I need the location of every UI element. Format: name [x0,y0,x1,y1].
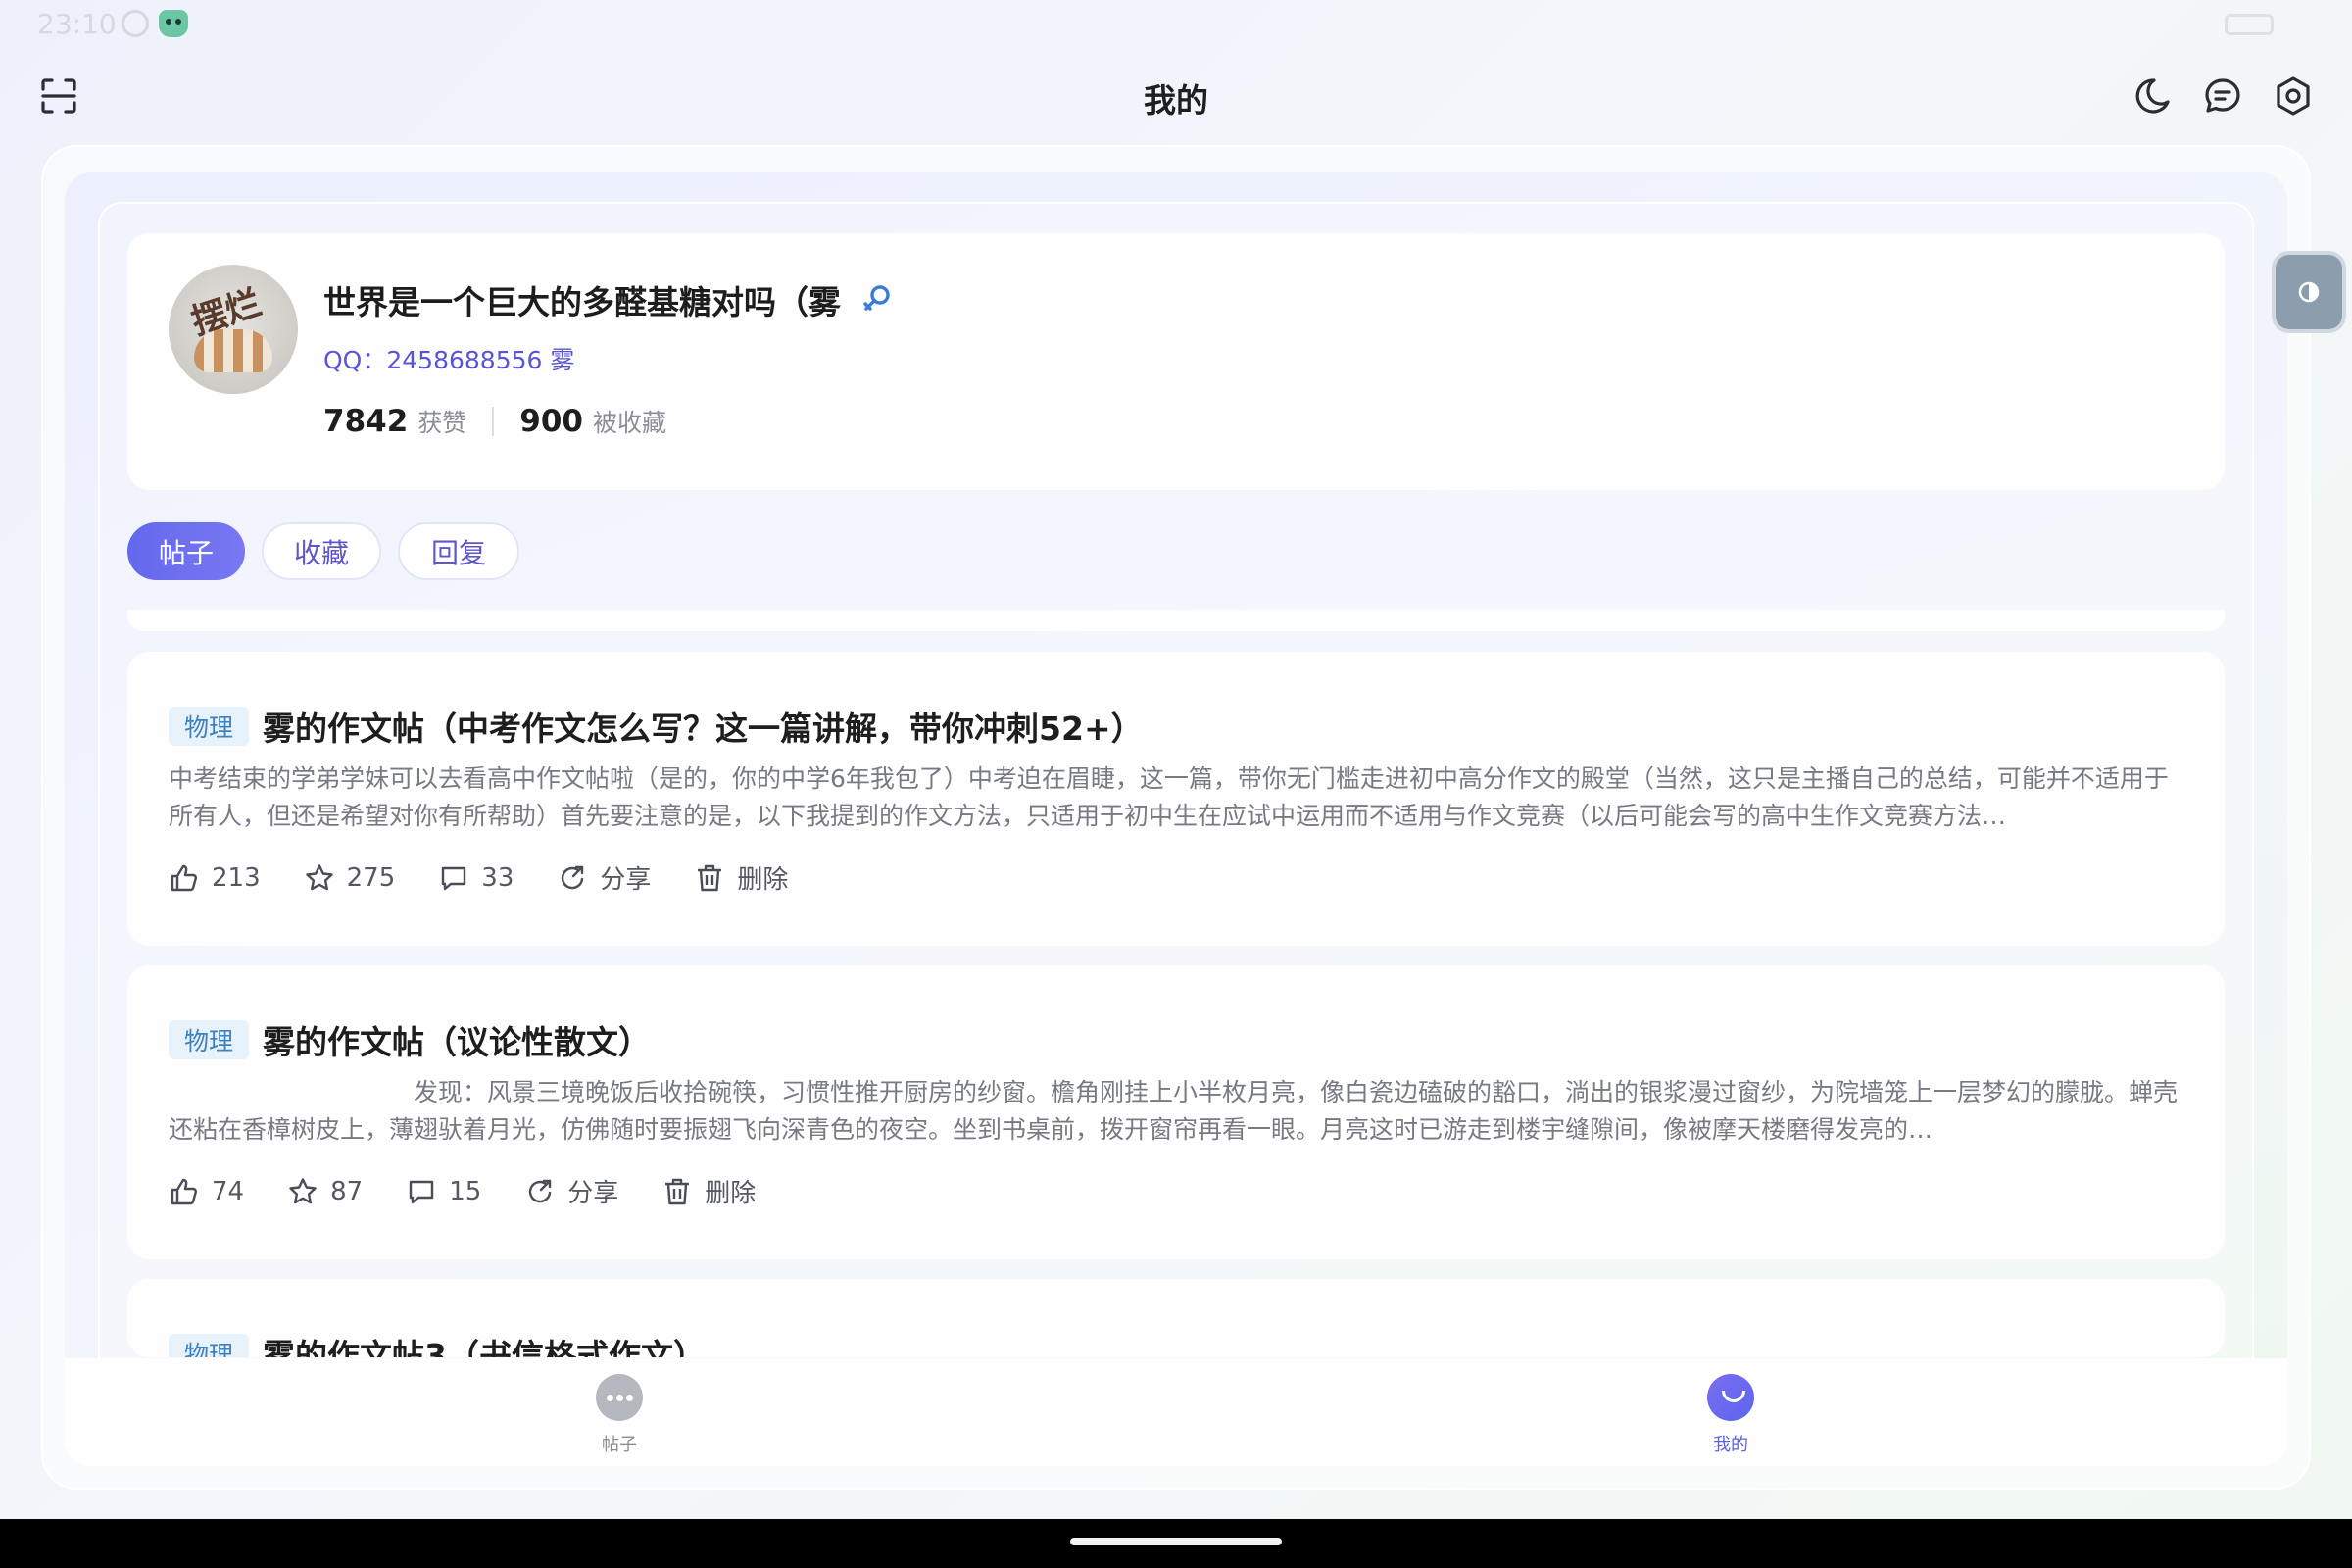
comment-count: 33 [481,862,514,893]
chat-bubble-icon [596,1374,643,1421]
profile-card: 摆烂 世界是一个巨大的多醛基糖对吗（雾 QQ：2458688556 雾 7842… [127,233,2225,490]
trash-icon [698,864,722,891]
tab-replies[interactable]: 回复 [398,522,519,580]
nav-item-posts[interactable]: 帖子 [561,1374,678,1456]
share-icon [529,1179,552,1202]
avatar-cat-image [194,329,272,372]
alarm-icon [122,10,149,37]
stat-divider [492,407,495,436]
favorited-label: 被收藏 [593,409,667,437]
like-button[interactable]: 213 [169,862,261,894]
post-excerpt: 中考结束的学弟学妹可以去看高中作文帖啦（是的，你的中学6年我包了）中考迫在眉睫，… [169,764,2169,830]
delete-label: 删除 [737,865,789,895]
thumbs-up-icon [171,1178,198,1204]
contrast-toggle-button[interactable] [2272,251,2346,333]
avatar[interactable]: 摆烂 [169,265,298,394]
status-time: 23:10 [37,8,117,40]
delete-button[interactable]: 删除 [694,859,788,896]
thumbs-up-icon [171,864,198,891]
contrast-icon [2298,281,2320,303]
likes-count: 7842 [323,404,409,439]
post-actions: 74 87 15 分享 删除 [169,1173,799,1209]
post-tag[interactable]: 物理 [169,1334,250,1357]
star-icon [289,1177,317,1203]
nav-label: 帖子 [602,1435,637,1455]
share-label: 分享 [600,865,652,895]
delete-label: 删除 [705,1179,757,1208]
post-title[interactable]: 雾的作文帖（议论性散文） [263,1016,651,1063]
star-button[interactable]: 275 [304,862,396,894]
star-count: 87 [330,1176,364,1206]
settings-icon[interactable] [2272,74,2315,118]
comment-count: 15 [449,1176,482,1206]
like-count: 74 [212,1176,245,1206]
top-bar: 我的 [0,59,2352,137]
list-divider [127,610,2225,631]
battery-icon [2225,14,2274,35]
share-icon [562,865,584,889]
comment-button[interactable]: 15 [406,1176,481,1207]
trash-icon [665,1178,690,1204]
post-card[interactable]: 物理 雾的作文帖（议论性散文） 发现：风景三境晚饭后收拾碗筷，习惯性推开厨房的纱… [127,965,2225,1259]
post-card[interactable]: 物理 雾的作文帖（中考作文怎么写？这一篇讲解，带你冲刺52+） 中考结束的学弟学… [127,652,2225,946]
post-excerpt: 发现：风景三境晚饭后收拾碗筷，习惯性推开厨房的纱窗。檐角刚挂上小半枚月亮，像白瓷… [169,1078,2178,1144]
star-icon [305,863,333,890]
post-title[interactable]: 雾的作文帖（中考作文怎么写？这一篇讲解，带你冲刺52+） [263,703,1144,750]
like-button[interactable]: 74 [169,1176,244,1207]
post-card[interactable]: 物理 雾的作文帖3（书信格式作文） [127,1279,2225,1357]
nav-item-mine[interactable]: 我的 [1672,1374,1789,1456]
favorited-count: 900 [519,404,584,439]
nav-label: 我的 [1713,1435,1748,1455]
status-bar: 23:10 [0,0,2352,49]
tab-favorites[interactable]: 收藏 [262,522,381,580]
comment-icon [409,1180,434,1203]
qq-number: QQ：2458688556 雾 [323,346,575,374]
post-title[interactable]: 雾的作文帖3（书信格式作文） [263,1330,706,1357]
tab-posts[interactable]: 帖子 [127,522,245,580]
delete-button[interactable]: 删除 [662,1173,756,1209]
username: 世界是一个巨大的多醛基糖对吗（雾 [323,283,841,321]
post-tag[interactable]: 物理 [169,1020,250,1059]
comment-button[interactable]: 33 [438,862,514,894]
like-count: 213 [212,862,261,893]
comment-icon [442,866,466,890]
share-label: 分享 [567,1179,619,1208]
page-title: 我的 [1144,81,1208,120]
post-actions: 213 275 33 分享 删除 [169,859,831,896]
post-tag[interactable]: 物理 [169,707,250,746]
bottom-nav: 帖子 我的 [65,1358,2287,1466]
share-button[interactable]: 分享 [524,1173,618,1209]
chat-icon[interactable] [2201,74,2244,118]
profile-stats: 7842 获赞 900 被收藏 [323,404,666,439]
female-gender-icon [863,285,890,311]
app-notification-icon [159,10,188,37]
star-count: 275 [346,862,396,893]
star-button[interactable]: 87 [287,1176,363,1207]
home-indicator[interactable] [1070,1538,1282,1545]
likes-label: 获赞 [417,409,467,437]
profile-smile-icon [1707,1374,1754,1421]
moon-icon[interactable] [2131,74,2174,118]
share-button[interactable]: 分享 [557,859,651,896]
